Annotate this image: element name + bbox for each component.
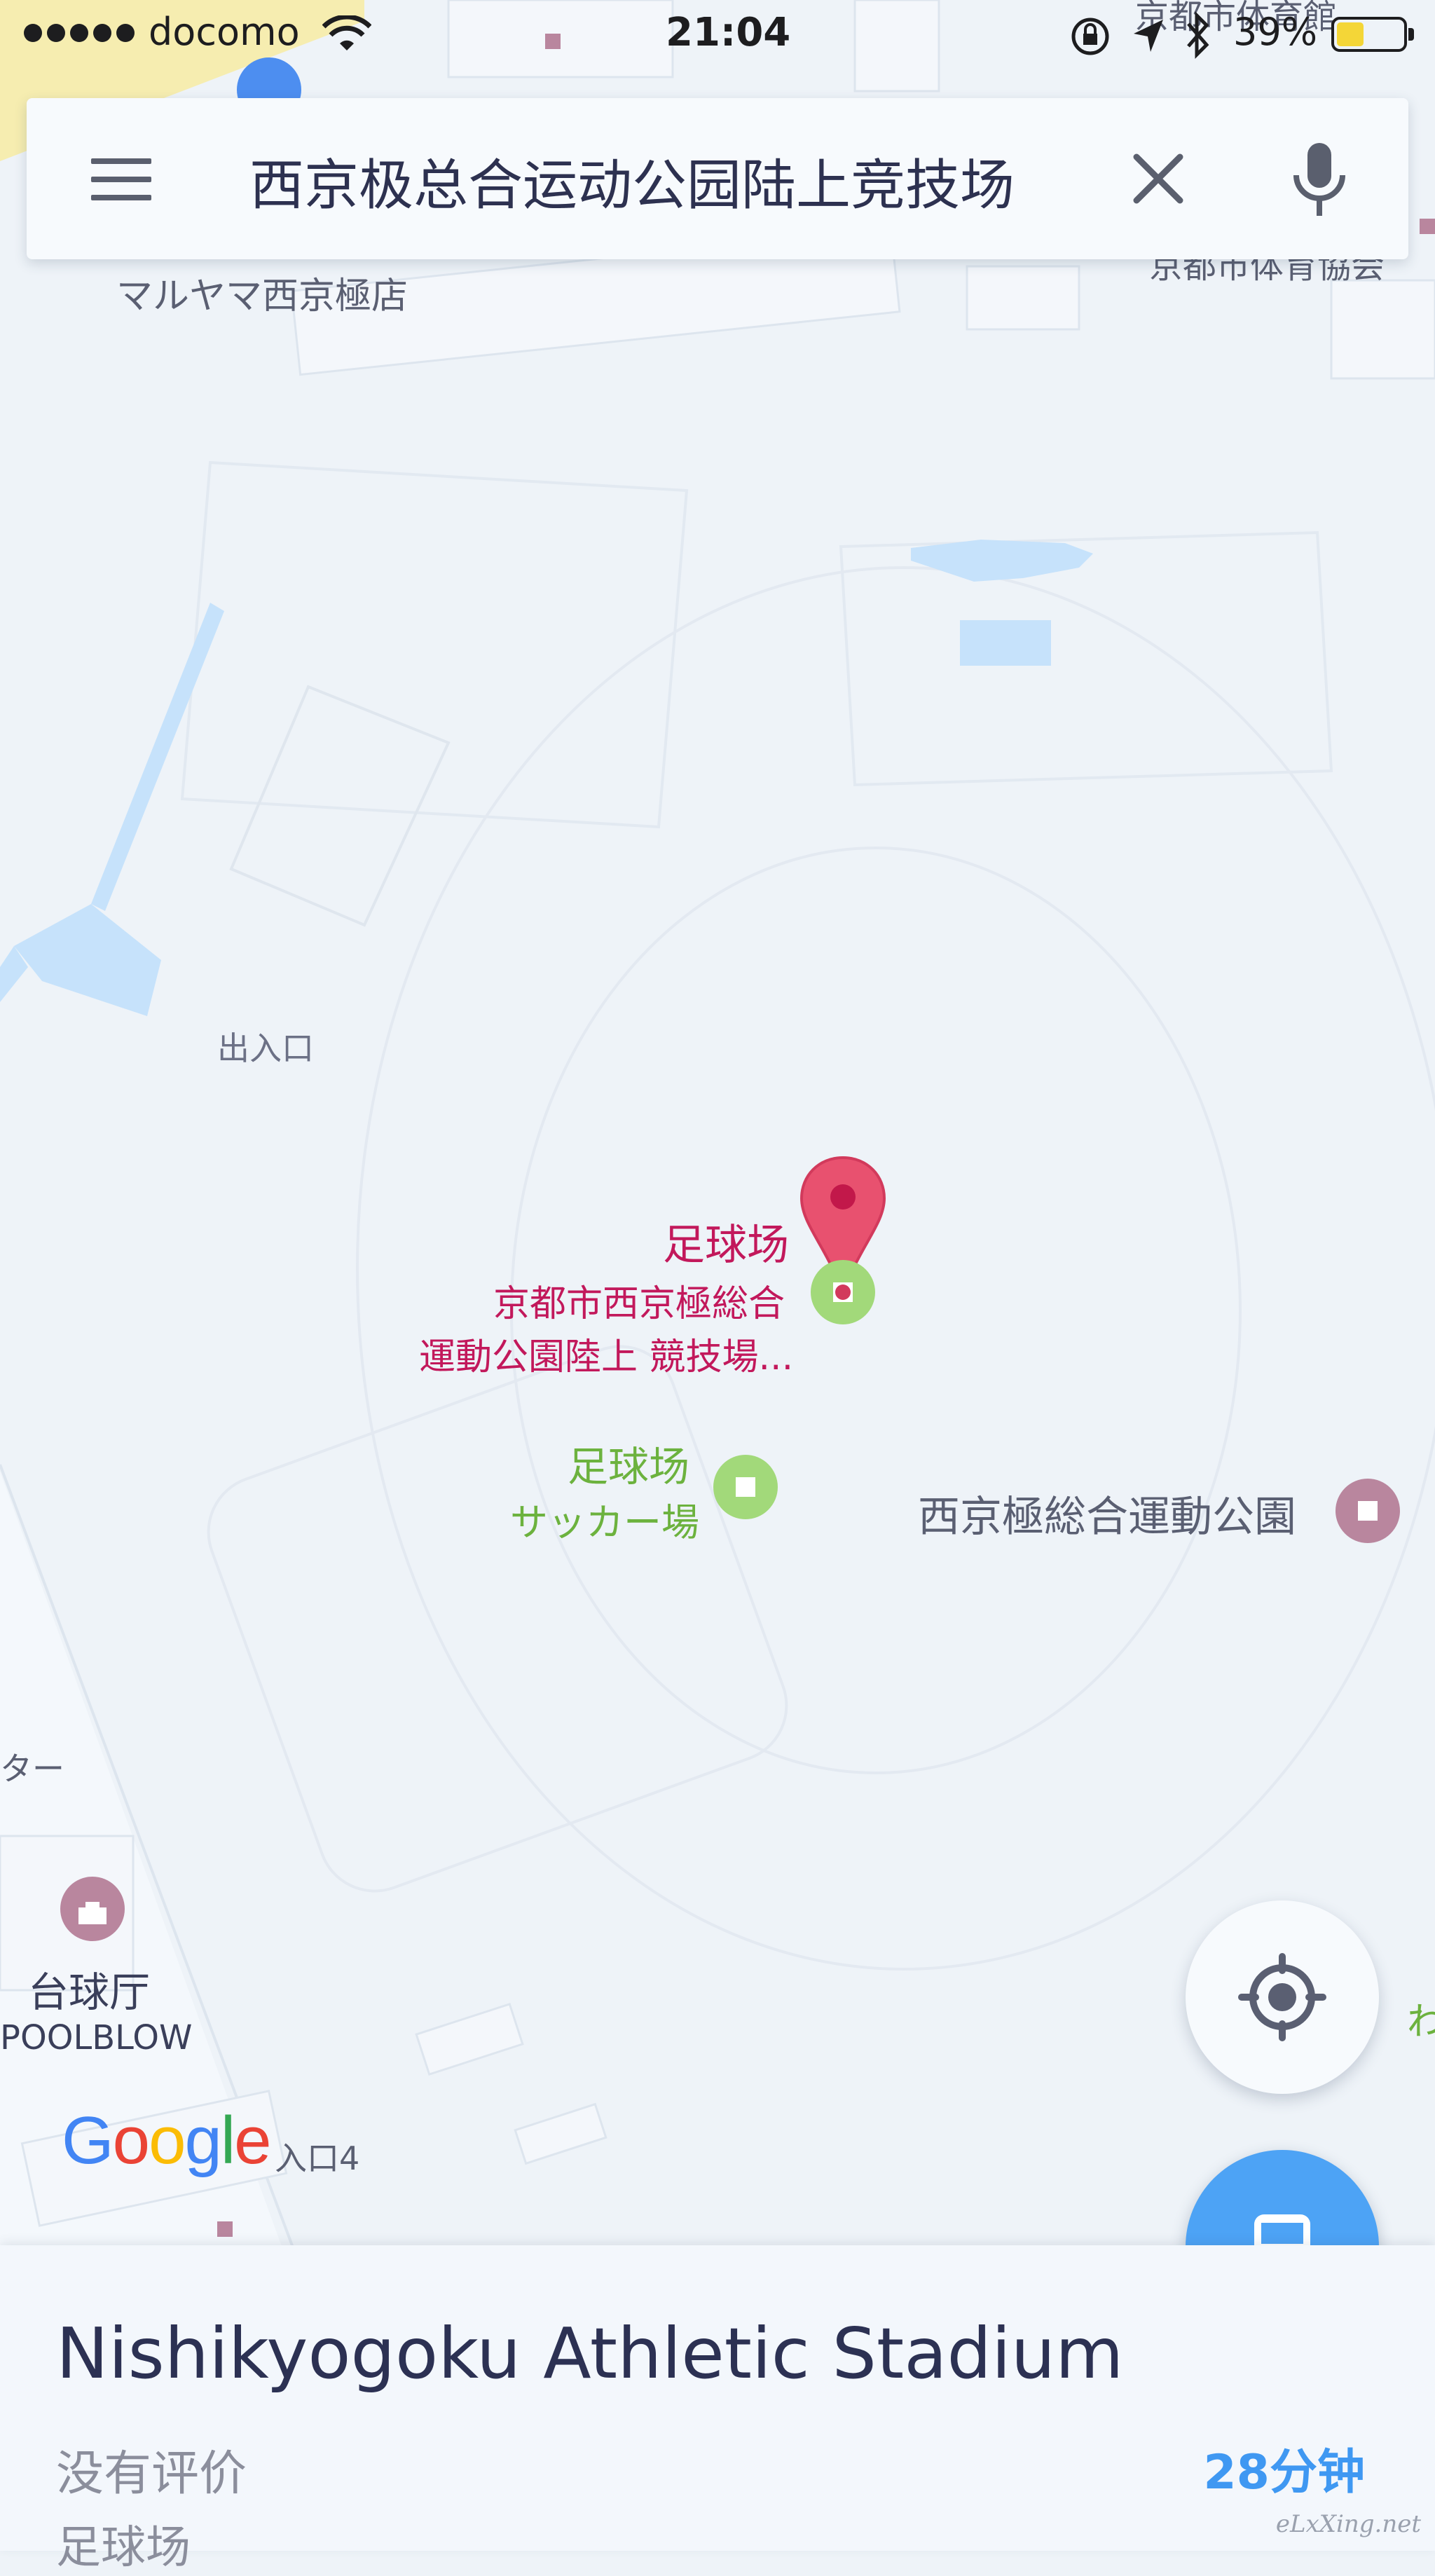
watermark: eLxXing.net bbox=[1275, 2510, 1421, 2538]
rotation-lock-icon bbox=[1071, 18, 1109, 55]
place-rating: 没有评价 bbox=[56, 2446, 247, 2502]
hamburger-menu-icon[interactable] bbox=[91, 158, 151, 200]
park-name-label[interactable]: 西京極総合運動公園 bbox=[918, 1483, 1296, 1544]
google-logo: Google bbox=[62, 2103, 272, 2178]
battery-percent: 39% bbox=[1233, 10, 1318, 54]
location-arrow-icon bbox=[1134, 20, 1163, 52]
map-label-tower-fragment: ター bbox=[0, 1750, 64, 1788]
battery-icon bbox=[1331, 17, 1414, 52]
billiards-poi-icon[interactable] bbox=[59, 1875, 126, 1943]
microphone-icon[interactable] bbox=[1288, 139, 1351, 223]
bluetooth-icon bbox=[1187, 11, 1209, 60]
clock: 21:04 bbox=[666, 10, 791, 55]
carrier-name: docomo bbox=[149, 10, 300, 54]
pin-name-line2[interactable]: 運動公園陸上 競技場... bbox=[419, 1327, 793, 1380]
signal-strength-icon bbox=[24, 24, 135, 42]
travel-time[interactable]: 28分钟 bbox=[1203, 2433, 1365, 2502]
poolblow-label[interactable]: POOLBLOW bbox=[0, 2018, 192, 2057]
pin-name-line1[interactable]: 京都市西京極総合 bbox=[493, 1274, 785, 1327]
map-label-entrance: 出入口 bbox=[217, 1029, 314, 1067]
map-label-entrance4: 入口4 bbox=[275, 2139, 360, 2177]
map-label-maruyama[interactable]: マルヤマ西京極店 bbox=[116, 266, 408, 319]
close-icon[interactable] bbox=[1120, 140, 1197, 217]
billiards-label[interactable]: 台球厅 bbox=[28, 1959, 150, 2018]
search-bar[interactable]: 西京极总合运动公园陆上竞技场 bbox=[27, 98, 1408, 259]
soccer-field-poi-icon[interactable] bbox=[712, 1453, 779, 1521]
pin-category-label[interactable]: 足球场 bbox=[663, 1211, 789, 1272]
soccer-name-label[interactable]: サッカー場 bbox=[510, 1491, 699, 1547]
search-query[interactable]: 西京极总合运动公园陆上竞技场 bbox=[249, 142, 1055, 220]
soccer-category-label[interactable]: 足球场 bbox=[568, 1434, 689, 1493]
my-location-button[interactable] bbox=[1186, 1900, 1379, 2094]
map-label-right-edge-fragment: わ bbox=[1407, 1999, 1435, 2043]
park-poi-icon[interactable] bbox=[1334, 1477, 1401, 1544]
place-details-sheet[interactable]: Nishikyogoku Athletic Stadium 没有评价 28分钟 … bbox=[0, 2245, 1435, 2574]
stadium-poi-icon[interactable] bbox=[809, 1259, 877, 1326]
wifi-icon bbox=[322, 15, 371, 50]
status-bar: docomo 21:04 39% bbox=[0, 0, 1435, 73]
place-title: Nishikyogoku Athletic Stadium bbox=[56, 2313, 1124, 2395]
my-location-icon bbox=[1238, 1953, 1326, 2041]
place-category: 足球场 bbox=[56, 2522, 191, 2574]
